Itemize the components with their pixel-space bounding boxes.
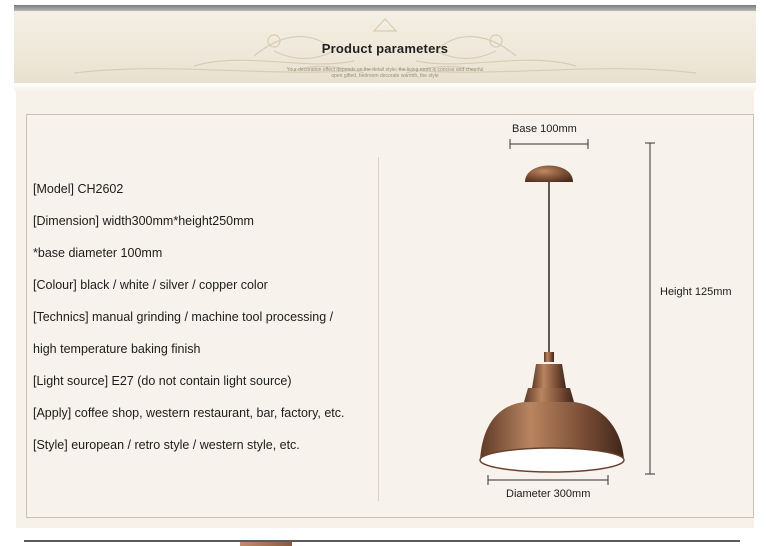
- height-dimension-marker: [645, 142, 655, 475]
- socket-top: [544, 352, 554, 362]
- spec-style: [Style] european / retro style / western…: [33, 438, 300, 452]
- spec-light-source: [Light source] E27 (do not contain light…: [33, 374, 292, 388]
- spec-model: [Model] CH2602: [33, 182, 124, 196]
- spec-dimension: [Dimension] width300mm*height250mm: [33, 214, 254, 228]
- height-dimension-label: Height 125mm: [660, 286, 732, 298]
- base-dimension-marker: [509, 139, 589, 149]
- gap-band: [14, 83, 756, 91]
- bottom-rule: [24, 540, 740, 542]
- spec-technics: [Technics] manual grinding / machine too…: [33, 310, 334, 324]
- banner-title: Product parameters: [321, 41, 449, 56]
- lamp-diagram: Base 100mm Height 125mm Diameter 300mm: [470, 120, 760, 510]
- header-banner: Product parameters Your decoration effec…: [14, 11, 756, 83]
- spec-base-diameter: *base diameter 100mm: [33, 246, 163, 260]
- spec-list: [Model] CH2602 [Dimension] width300mm*he…: [33, 180, 345, 468]
- spec-technics-cont: high temperature baking finish: [33, 342, 201, 356]
- spec-apply: [Apply] coffee shop, western restaurant,…: [33, 406, 345, 420]
- spec-colour: [Colour] black / white / silver / copper…: [33, 278, 268, 292]
- banner-subtitle: Your decoration effect depends on the de…: [14, 67, 756, 79]
- lamp-illustration-icon: [479, 139, 655, 485]
- next-image-peek: [240, 542, 292, 546]
- diameter-dimension-label: Diameter 300mm: [506, 488, 591, 500]
- socket-neck: [532, 364, 566, 388]
- canopy-shape: [525, 165, 573, 182]
- column-divider: [378, 157, 379, 501]
- shade-opening: [479, 447, 625, 473]
- banner-subtitle-line-2: open gifted, bedroom decorate warmth, th…: [331, 73, 439, 79]
- base-dimension-label: Base 100mm: [512, 123, 577, 135]
- diameter-dimension-marker: [487, 475, 609, 485]
- socket-collar: [524, 388, 574, 402]
